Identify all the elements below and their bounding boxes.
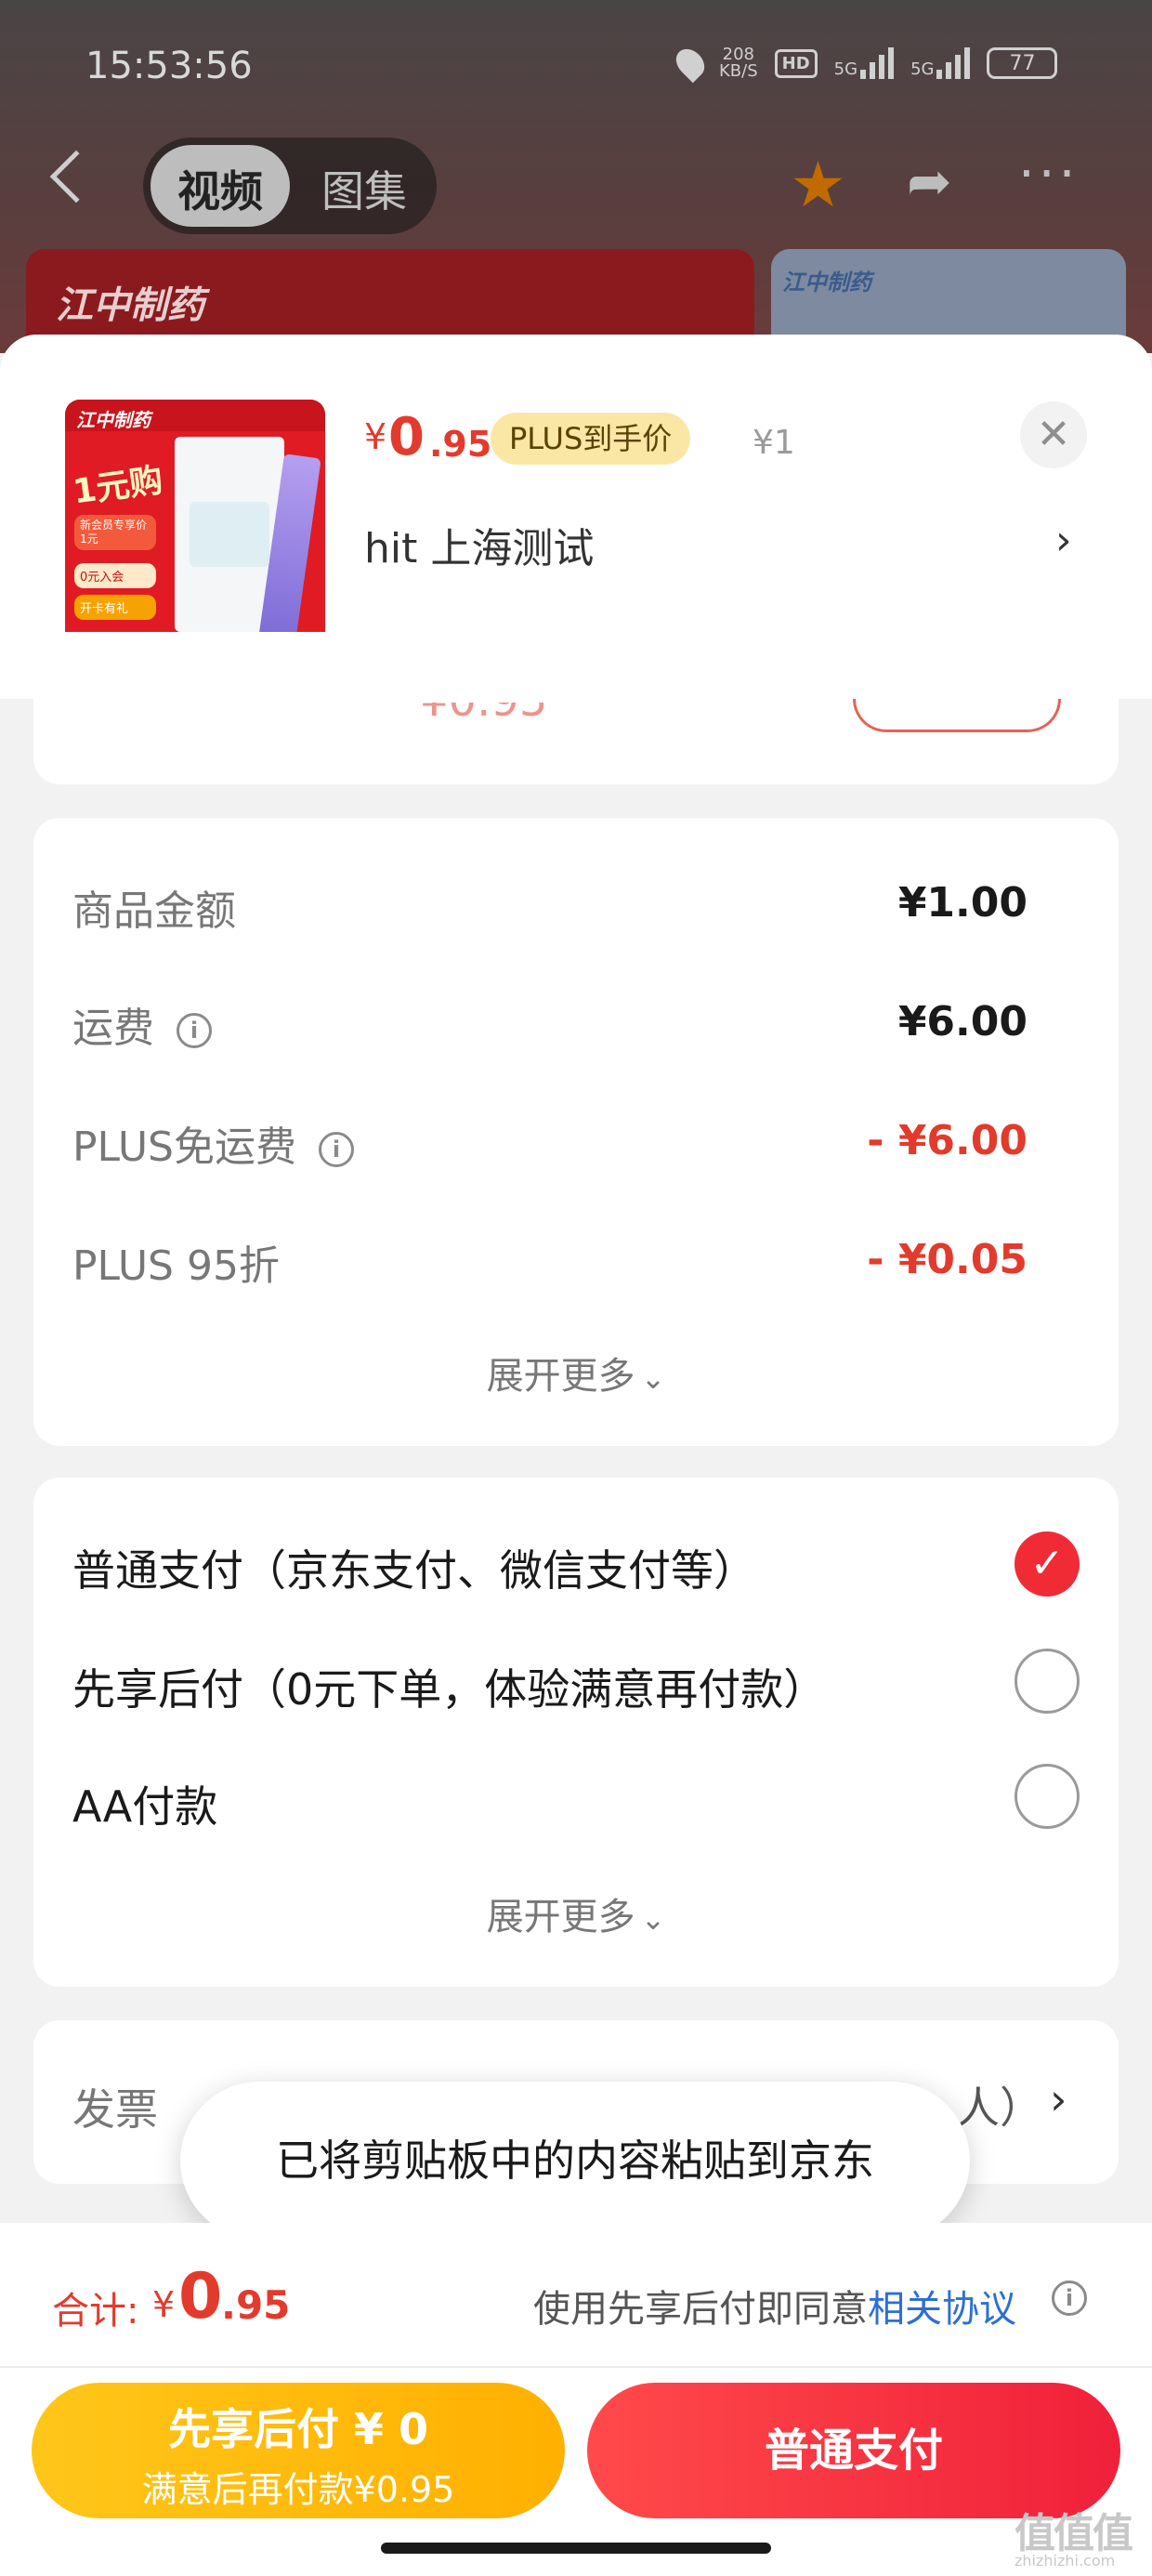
total-label: 合计:: [52, 2290, 139, 2333]
net-speed-unit: KB/S: [719, 61, 758, 81]
agreement-link[interactable]: 相关协议: [868, 2288, 1016, 2331]
chevron-down-icon: ⌄: [640, 1901, 666, 1937]
price-row-shipping: 运费 i: [72, 994, 212, 1054]
star-icon[interactable]: ★: [790, 154, 846, 217]
product-price-symbol: ¥: [364, 416, 387, 457]
bg-banner-left-logo: 江中制药: [56, 284, 204, 327]
status-time: 15:53:56: [85, 45, 253, 87]
radio-aa-pay[interactable]: [1015, 1764, 1080, 1829]
radio-normal-pay-checked[interactable]: ✓: [1015, 1531, 1080, 1597]
bottom-divider: [0, 2366, 1152, 2368]
invoice-label: 发票: [72, 2084, 158, 2135]
clipboard-toast: 已将剪贴板中的内容粘贴到京东: [180, 2082, 970, 2240]
close-button[interactable]: ✕: [1020, 401, 1087, 468]
status-icons: 208 KB/S HD 5G 5G 77: [670, 43, 1058, 84]
info-icon[interactable]: i: [1052, 2280, 1087, 2316]
radio-pay-later[interactable]: [1015, 1649, 1080, 1714]
info-icon[interactable]: i: [177, 1013, 212, 1048]
normal-pay-button[interactable]: 普通支付: [587, 2383, 1120, 2518]
price-expand-label: 展开更多: [486, 1355, 635, 1398]
payment-option-aa[interactable]: AA付款: [72, 1773, 217, 1834]
thumb-tag-2: 0元入会: [74, 563, 156, 588]
price-row-label-shipping: 运费: [72, 1005, 154, 1052]
check-icon: ✓: [1029, 1540, 1065, 1587]
pay-later-line2: 满意后再付款¥0.95: [141, 2469, 455, 2510]
watermark-url: zhizhizhi.com: [1015, 2552, 1116, 2569]
price-row-value-plus-shipping: - ¥6.00: [867, 1117, 1028, 1164]
payment-option-normal[interactable]: 普通支付（京东支付、微信支付等）: [72, 1537, 756, 1598]
signal-label-2: 5G: [910, 59, 935, 79]
signal-bars-icon: [936, 47, 971, 79]
payment-option-pay-later[interactable]: 先享后付（0元下单，体验满意再付款）: [72, 1656, 826, 1717]
signal-5g-2: 5G: [910, 47, 971, 79]
price-row-label-plus-discount: PLUS 95折: [72, 1242, 280, 1290]
total-dec: .95: [221, 2282, 291, 2328]
chevron-right-icon[interactable]: ›: [1050, 2074, 1067, 2124]
price-row-plus-shipping: PLUS免运费 i: [72, 1113, 354, 1173]
invoice-value: 人）: [957, 2083, 1042, 2133]
thumb-promo: 1元购: [71, 461, 165, 512]
tab-video[interactable]: 视频: [151, 158, 290, 219]
more-icon[interactable]: ···: [1018, 149, 1079, 201]
product-name[interactable]: hit 上海测试: [364, 515, 594, 574]
pay-later-button[interactable]: 先享后付 ¥ 0 满意后再付款¥0.95: [32, 2383, 565, 2518]
agreement-text: 使用先享后付即同意相关协议: [533, 2279, 1016, 2333]
watermark-logo: 值值值: [1015, 2510, 1133, 2557]
bg-banner-right-logo: 江中制药: [782, 269, 871, 296]
tab-gallery[interactable]: 图集: [299, 158, 429, 219]
price-row-value-goods: ¥1.00: [897, 879, 1028, 927]
price-row-label-plus-shipping: PLUS免运费: [72, 1124, 296, 1171]
chevron-right-icon[interactable]: ›: [1055, 517, 1072, 564]
sheet-head-cover: [0, 632, 1152, 699]
home-indicator[interactable]: [381, 2543, 771, 2554]
chevron-down-icon: ⌄: [640, 1360, 666, 1396]
thumb-brand: 江中制药: [76, 409, 151, 431]
signal-label-1: 5G: [833, 59, 858, 79]
plus-price-badge: PLUS到手价: [491, 413, 691, 465]
product-price-int: 0: [388, 407, 425, 467]
thumb-tag-1: 新会员专享价1元: [74, 515, 156, 550]
signal-bars-icon: [860, 47, 895, 79]
product-thumbnail[interactable]: 江中制药 1元购 新会员专享价1元 0元入会 开卡有礼: [65, 400, 325, 660]
net-speed: 208 KB/S: [719, 46, 758, 80]
price-expand-more[interactable]: 展开更多 ⌄: [33, 1346, 1119, 1400]
price-row-value-shipping: ¥6.00: [897, 998, 1028, 1045]
close-icon: ✕: [1036, 411, 1071, 458]
thumb-product-label: [190, 502, 269, 567]
battery-icon: 77: [987, 47, 1058, 79]
original-price: ¥1: [753, 424, 795, 462]
share-icon[interactable]: ➦: [907, 154, 952, 208]
total-symbol: ¥: [152, 2284, 176, 2325]
signal-5g-1: 5G: [833, 47, 895, 79]
agreement-prefix: 使用先享后付即同意: [533, 2288, 868, 2331]
payment-expand-more[interactable]: 展开更多 ⌄: [33, 1886, 1119, 1940]
payment-expand-label: 展开更多: [486, 1896, 635, 1939]
product-price-dec: .95: [429, 424, 492, 465]
price-row-label-goods: 商品金额: [72, 887, 236, 935]
info-icon[interactable]: i: [319, 1132, 354, 1167]
thumb-tag-3: 开卡有礼: [74, 595, 156, 620]
total-int: 0: [178, 2260, 223, 2333]
pay-later-line1: 先享后付 ¥ 0: [167, 2404, 429, 2454]
price-row-value-plus-discount: - ¥0.05: [867, 1236, 1028, 1283]
hd-icon: HD: [774, 48, 818, 78]
